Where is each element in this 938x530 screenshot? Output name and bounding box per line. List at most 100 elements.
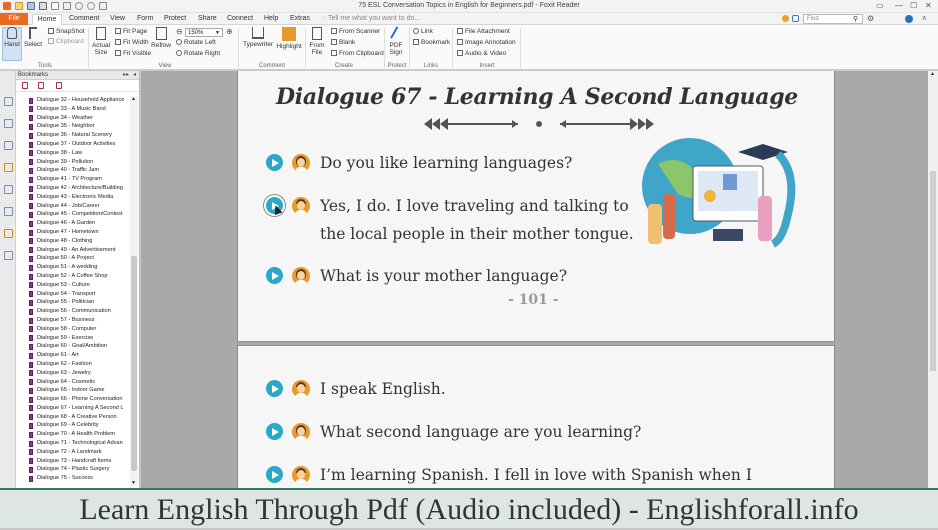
bookmark-item[interactable]: Dialogue 72 - A Landmark (16, 448, 130, 457)
bookmark-item[interactable]: Dialogue 34 - Weather (16, 114, 130, 123)
scroll-up-icon[interactable]: ▲ (131, 96, 136, 102)
bookmark-button[interactable]: Bookmark (413, 38, 450, 48)
bookmark-item[interactable]: Dialogue 66 - Phone Conversation (16, 395, 130, 404)
expand-bookmark-icon[interactable] (38, 82, 44, 89)
bookmark-item[interactable]: Dialogue 65 - Indoor Game (16, 386, 130, 395)
bookmark-item[interactable]: Dialogue 69 - A Celebrity (16, 421, 130, 430)
document-view[interactable]: Dialogue 67 - Learning A Second Language (141, 71, 928, 488)
bookmark-item[interactable]: Dialogue 43 - Electronic Media (16, 193, 130, 202)
bookmark-item[interactable]: Dialogue 37 - Outdoor Activities (16, 140, 130, 149)
audio-video-button[interactable]: Audio & Video (457, 49, 506, 59)
blank-button[interactable]: Blank (331, 38, 355, 48)
actual-size-button[interactable]: Actual Size (91, 27, 111, 56)
fit-page-button[interactable]: Fit Page (115, 27, 147, 37)
audio-play-button[interactable] (266, 154, 283, 171)
select-button[interactable]: Select (24, 27, 42, 48)
bookmark-item[interactable]: Dialogue 35 - Neighbor (16, 122, 130, 131)
pages-panel-icon[interactable] (4, 119, 13, 128)
comments-panel-icon[interactable] (4, 163, 13, 172)
minimize-icon[interactable]: — (895, 1, 903, 10)
bookmark-item[interactable]: Dialogue 67 - Learning A Second L (16, 404, 130, 413)
panel-expand-icon[interactable]: ▸▸ (123, 71, 129, 80)
menu-form[interactable]: Form (137, 14, 153, 25)
new-bookmark-icon[interactable] (56, 82, 62, 89)
fit-visible-button[interactable]: Fit Visible (115, 49, 151, 59)
scrollbar-thumb[interactable] (930, 171, 936, 371)
rotate-right-button[interactable]: Rotate Right (176, 49, 220, 59)
bookmark-item[interactable]: Dialogue 71 - Technological Advan (16, 439, 130, 448)
menu-extras[interactable]: Extras (290, 14, 310, 25)
from-file-button[interactable]: From File (308, 27, 326, 56)
bookmark-item[interactable]: Dialogue 56 - Communication (16, 307, 130, 316)
bookmark-item[interactable]: Dialogue 74 - Plastic Surgery (16, 465, 130, 474)
delete-bookmark-icon[interactable] (22, 82, 28, 89)
image-annotation-button[interactable]: Image Annotation (457, 38, 516, 48)
audio-play-button[interactable] (266, 466, 283, 483)
document-scrollbar[interactable]: ▲ (928, 71, 938, 488)
link-button[interactable]: Link (413, 27, 433, 37)
reflow-button[interactable]: Reflow (151, 27, 171, 49)
panel-collapse-icon[interactable]: ◂ (133, 71, 136, 80)
menu-home[interactable]: Home (32, 14, 62, 25)
scroll-up-icon[interactable]: ▲ (930, 71, 935, 77)
bookmark-item[interactable]: Dialogue 60 - Goal/Ambition (16, 342, 130, 351)
close-icon[interactable]: ✕ (925, 1, 932, 10)
audio-play-button[interactable] (266, 423, 283, 440)
bookmark-scrollbar[interactable]: ▲ ▼ (130, 96, 138, 486)
bookmark-item[interactable]: Dialogue 64 - Cosmetic (16, 378, 130, 387)
bookmark-item[interactable]: Dialogue 70 - A Health Problem (16, 430, 130, 439)
bookmark-item[interactable]: Dialogue 40 - Traffic Jam (16, 166, 130, 175)
bookmark-item[interactable]: Dialogue 62 - Fashion (16, 360, 130, 369)
audio-play-button[interactable] (266, 380, 283, 397)
bookmark-item[interactable]: Dialogue 45 - Competition/Contest (16, 210, 130, 219)
menu-comment[interactable]: Comment (69, 14, 99, 25)
menu-share[interactable]: Share (198, 14, 217, 25)
file-attachment-button[interactable]: File Attachment (457, 27, 510, 37)
bookmark-item[interactable]: Dialogue 52 - A Coffee Shop (16, 272, 130, 281)
scroll-down-icon[interactable]: ▼ (131, 480, 136, 486)
restore-mini-icon[interactable]: ▭ (876, 1, 884, 10)
bookmark-item[interactable]: Dialogue 38 - Law (16, 149, 130, 158)
bookmark-item[interactable]: Dialogue 32 - Household Appliance (16, 96, 130, 105)
chat-icon[interactable] (792, 15, 799, 22)
bookmark-item[interactable]: Dialogue 53 - Culture (16, 281, 130, 290)
rotate-left-button[interactable]: Rotate Left (176, 38, 216, 48)
zoom-select[interactable]: 150% ▼ (185, 28, 223, 37)
menu-connect[interactable]: Connect (227, 14, 253, 25)
bookmark-item[interactable]: Dialogue 49 - An Advertisement (16, 246, 130, 255)
attachments-panel-icon[interactable] (4, 185, 13, 194)
zoom-in-icon[interactable]: ⊕ (226, 27, 233, 36)
menu-help[interactable]: Help (264, 14, 278, 25)
bookmark-item[interactable]: Dialogue 63 - Jewelry (16, 369, 130, 378)
from-clipboard-button[interactable]: From Clipboard (331, 49, 384, 59)
bookmark-item[interactable]: Dialogue 58 - Computer (16, 325, 130, 334)
hand-button[interactable]: Hand (3, 27, 21, 48)
bookmarks-panel-icon[interactable] (4, 97, 13, 106)
fit-width-button[interactable]: Fit Width (115, 38, 149, 48)
bookmark-item[interactable]: Dialogue 48 - Clothing (16, 237, 130, 246)
snapshot-button[interactable]: SnapShot (48, 27, 85, 37)
bookmark-item[interactable]: Dialogue 47 - Hometown (16, 228, 130, 237)
layers-panel-icon[interactable] (4, 141, 13, 150)
settings-icon[interactable]: ⚙ (867, 14, 874, 23)
bookmark-item[interactable]: Dialogue 41 - TV Program (16, 175, 130, 184)
maximize-icon[interactable]: ☐ (910, 1, 917, 10)
bookmark-item[interactable]: Dialogue 59 - Exercise (16, 334, 130, 343)
bookmark-item[interactable]: Dialogue 42 - Architecture/Building (16, 184, 130, 193)
bookmark-item[interactable]: Dialogue 73 - Handcraft Items (16, 457, 130, 466)
security-panel-icon[interactable] (4, 229, 13, 238)
audio-play-button[interactable] (266, 267, 283, 284)
help-icon[interactable] (905, 15, 913, 23)
bookmark-item[interactable]: Dialogue 39 - Pollution (16, 158, 130, 167)
content-panel-icon[interactable] (4, 251, 13, 260)
tell-me-search[interactable]: ◌ Tell me what you want to do... (322, 15, 420, 22)
search-icon[interactable]: ⚲ (853, 15, 858, 23)
menu-file[interactable]: File (0, 13, 28, 25)
bookmark-item[interactable]: Dialogue 75 - Success (16, 474, 130, 483)
bookmark-item[interactable]: Dialogue 36 - Natural Scenery (16, 131, 130, 140)
bookmark-item[interactable]: Dialogue 44 - Job/Career (16, 202, 130, 211)
bookmark-item[interactable]: Dialogue 51 - A wedding (16, 263, 130, 272)
menu-protect[interactable]: Protect (164, 14, 186, 25)
bookmark-item[interactable]: Dialogue 46 - A Garden (16, 219, 130, 228)
highlight-button[interactable]: Highlight (276, 27, 302, 50)
